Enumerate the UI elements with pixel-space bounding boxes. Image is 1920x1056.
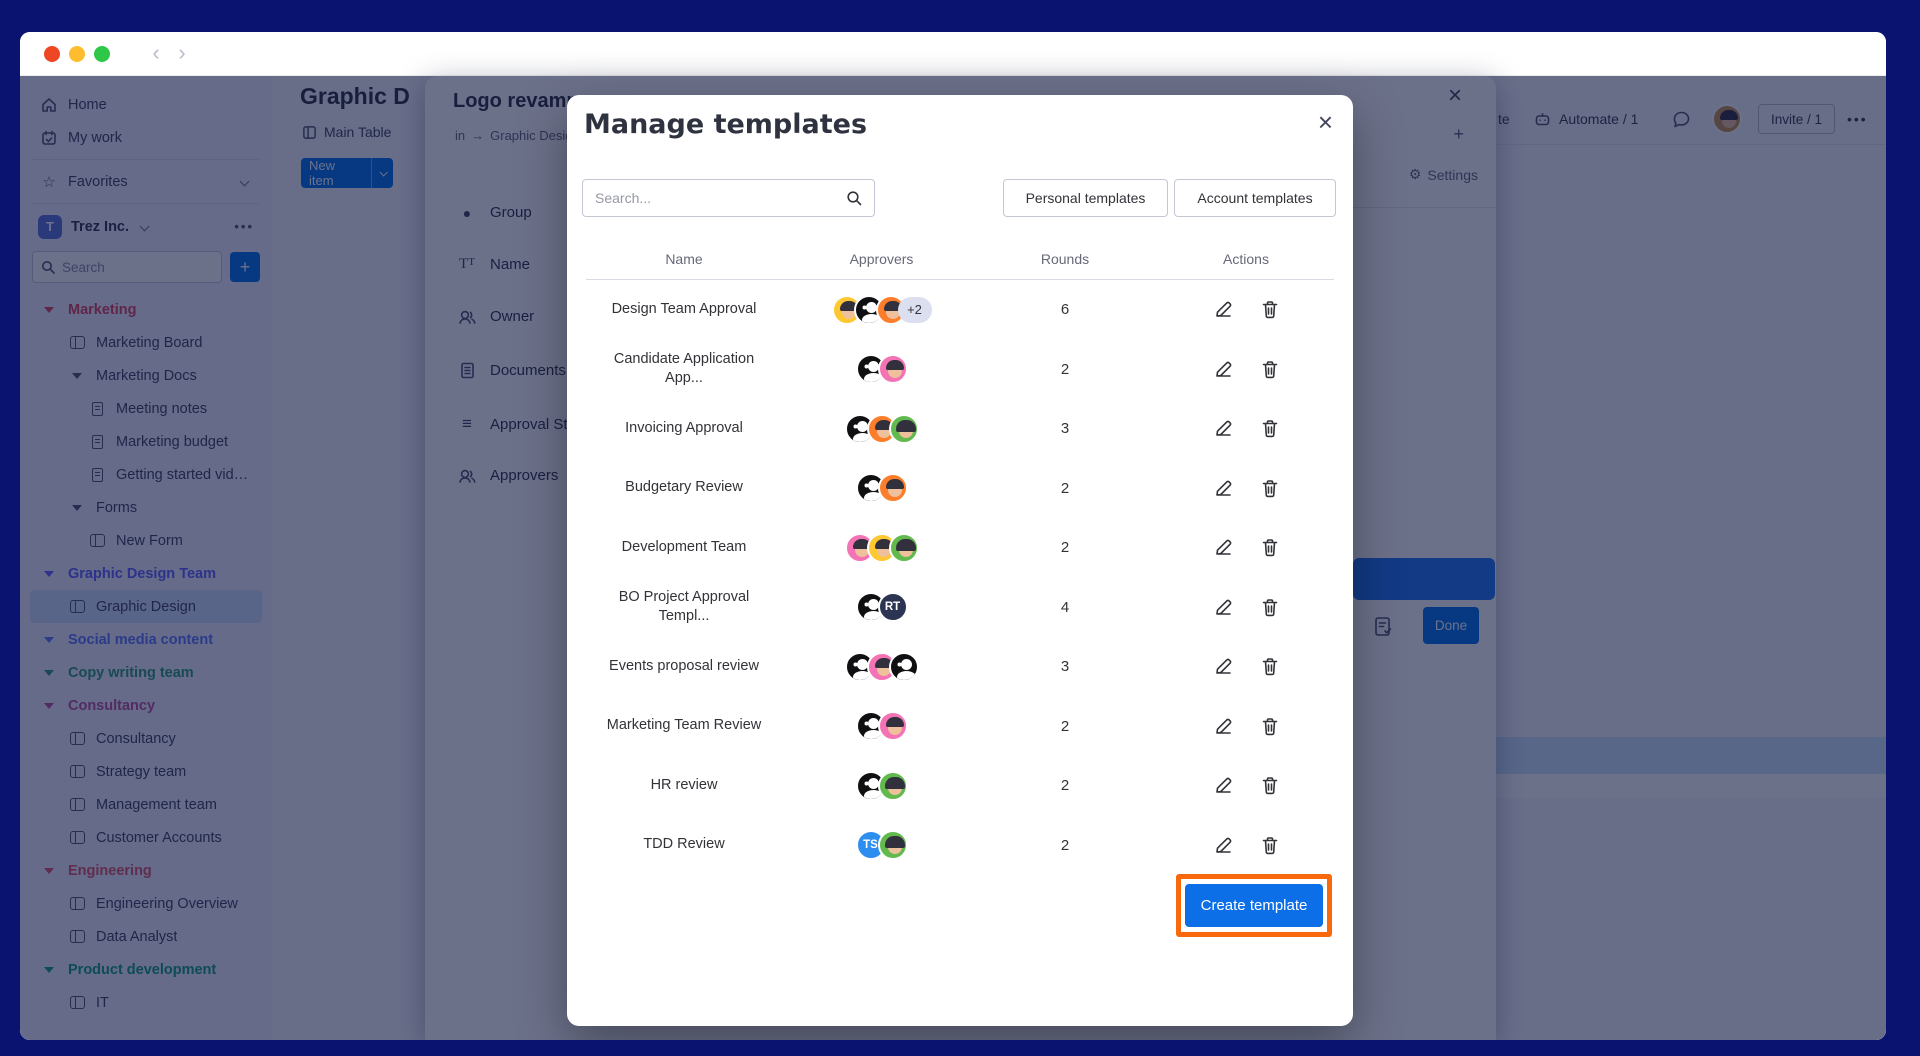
modal-title: Manage templates [584,109,867,140]
column-header-name: Name [584,251,784,267]
delete-template-icon[interactable] [1261,776,1279,795]
template-row: TDD Review TS 2 [567,816,1353,876]
approver-avatar [889,414,919,444]
template-row: Invoicing Approval 3 [567,399,1353,459]
minimize-window-icon[interactable] [69,46,85,62]
create-template-highlight: Create template [1176,874,1332,937]
edit-template-icon[interactable] [1214,419,1233,438]
template-row: Candidate Application App... 2 [567,340,1353,400]
extra-approvers-badge: +2 [898,297,932,323]
forward-icon[interactable]: › [172,40,192,66]
edit-template-icon[interactable] [1214,300,1233,319]
delete-template-icon[interactable] [1261,419,1279,438]
template-row: Budgetary Review 2 [567,459,1353,519]
template-row: BO Project Approval Templ... RT 4 [567,578,1353,638]
approver-avatar [878,354,908,384]
create-template-button[interactable]: Create template [1185,884,1323,927]
app-window: ‹ › Home My work ☆ Favorites [20,32,1886,1040]
delete-template-icon[interactable] [1261,479,1279,498]
template-search-input[interactable] [595,190,846,206]
column-header-actions: Actions [1151,251,1341,267]
edit-template-icon[interactable] [1214,360,1233,379]
template-row: Events proposal review 3 [567,637,1353,697]
edit-template-icon[interactable] [1214,657,1233,676]
template-row: Development Team 2 [567,518,1353,578]
traffic-lights [44,46,110,62]
approver-avatar-initials: RT [878,592,908,622]
delete-template-icon[interactable] [1261,598,1279,617]
titlebar: ‹ › [20,32,1886,76]
delete-template-icon[interactable] [1261,836,1279,855]
approver-avatar [878,473,908,503]
approver-avatar [878,711,908,741]
edit-template-icon[interactable] [1214,479,1233,498]
close-modal-icon[interactable]: × [1314,103,1337,142]
template-search-field[interactable] [582,179,875,217]
personal-templates-tab[interactable]: Personal templates [1003,179,1168,217]
manage-templates-modal: Manage templates × Personal templates Ac… [567,95,1353,1026]
approver-avatar [889,533,919,563]
templates-table-header: Name Approvers Rounds Actions [567,245,1353,273]
edit-template-icon[interactable] [1214,598,1233,617]
edit-template-icon[interactable] [1214,776,1233,795]
delete-template-icon[interactable] [1261,538,1279,557]
maximize-window-icon[interactable] [94,46,110,62]
edit-template-icon[interactable] [1214,836,1233,855]
delete-template-icon[interactable] [1261,657,1279,676]
column-header-rounds: Rounds [979,251,1151,267]
back-icon[interactable]: ‹ [146,40,166,66]
column-header-approvers: Approvers [784,251,979,267]
approver-avatar [878,830,908,860]
delete-template-icon[interactable] [1261,360,1279,379]
account-templates-tab[interactable]: Account templates [1174,179,1336,217]
search-icon [846,190,862,206]
delete-template-icon[interactable] [1261,300,1279,319]
template-row: Design Team Approval +2 6 [567,280,1353,340]
template-row: HR review 2 [567,756,1353,816]
delete-template-icon[interactable] [1261,717,1279,736]
edit-template-icon[interactable] [1214,717,1233,736]
template-row: Marketing Team Review 2 [567,697,1353,757]
approver-avatar [889,652,919,682]
close-window-icon[interactable] [44,46,60,62]
templates-table: Design Team Approval +2 6 Candidate Appl [567,280,1353,875]
edit-template-icon[interactable] [1214,538,1233,557]
approver-avatar [878,771,908,801]
